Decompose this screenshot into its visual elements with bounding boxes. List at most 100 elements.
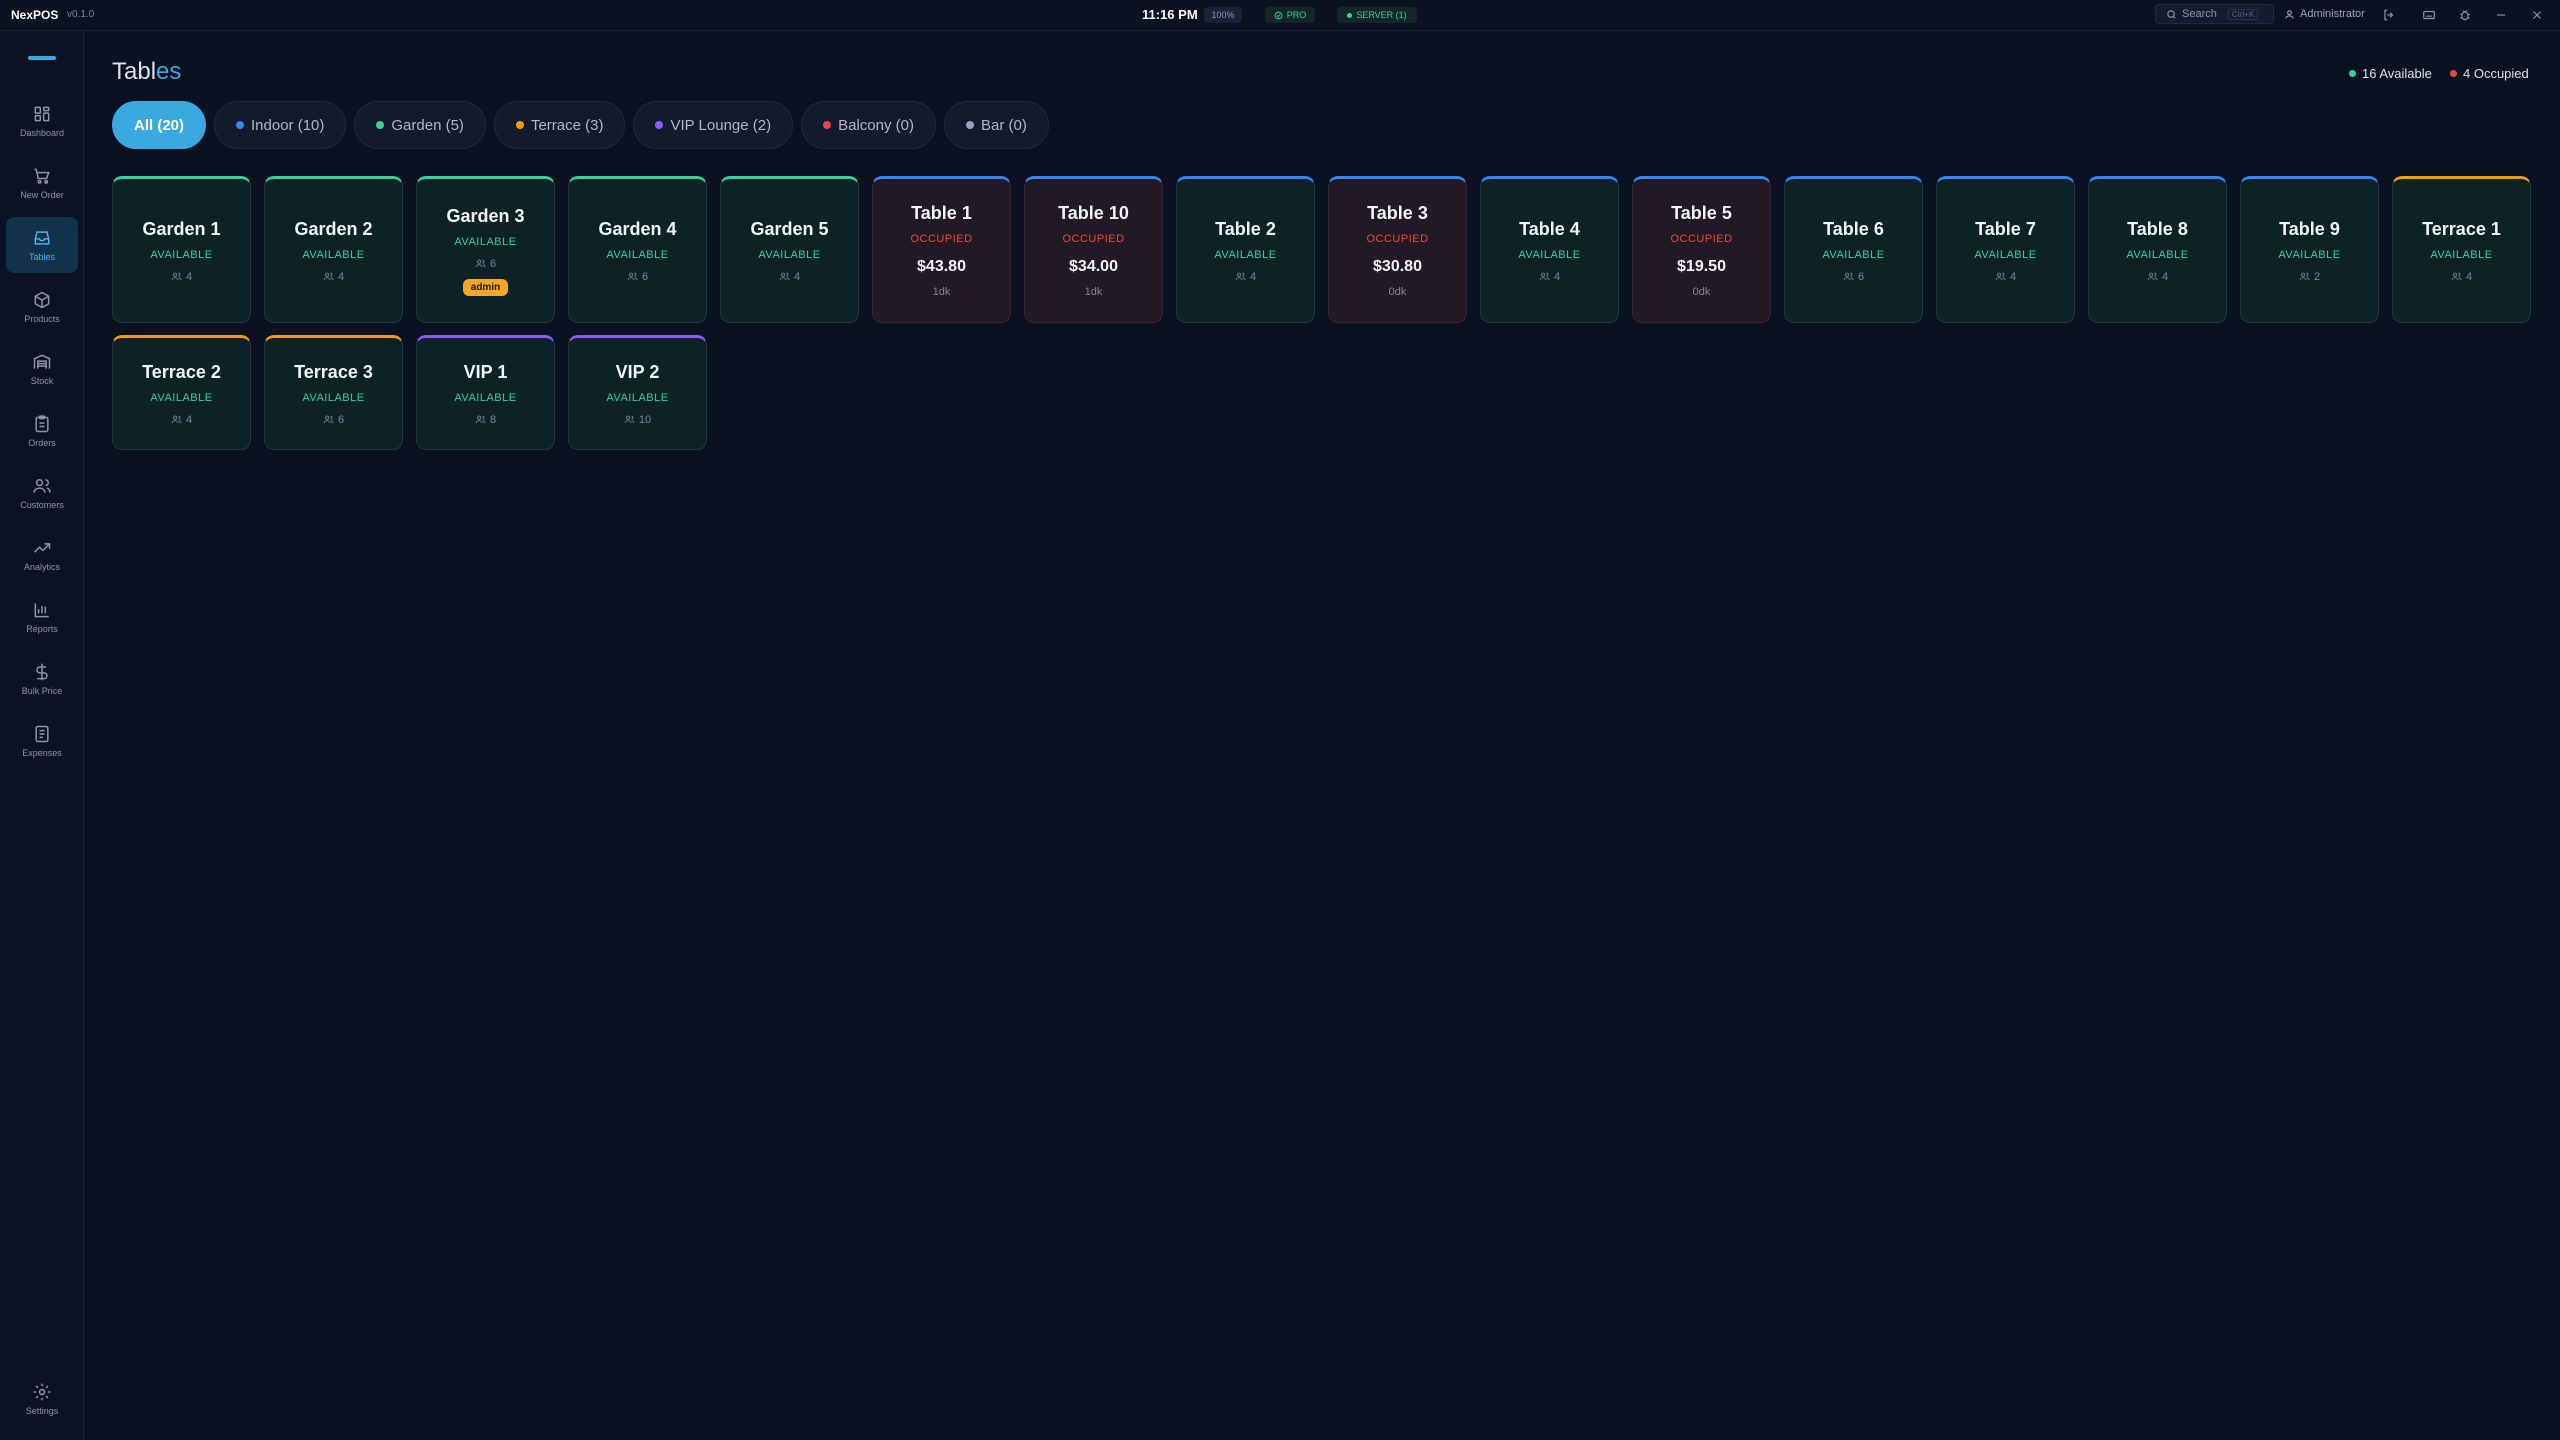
- users-icon: [1995, 271, 2006, 282]
- table-card[interactable]: Terrace 1 AVAILABLE 4: [2392, 176, 2531, 323]
- table-card[interactable]: Table 5 OCCUPIED $19.50 0dk: [1632, 176, 1771, 323]
- tab-vip-lounge[interactable]: VIP Lounge (2): [633, 101, 794, 149]
- table-seats: 4: [2451, 271, 2472, 283]
- table-card[interactable]: VIP 1 AVAILABLE 8: [416, 335, 555, 450]
- table-name: Table 3: [1367, 203, 1428, 223]
- sidebar-item-label: Expenses: [22, 748, 62, 758]
- table-seats: 4: [323, 271, 344, 283]
- tab-balcony[interactable]: Balcony (0): [801, 101, 936, 149]
- keyboard-icon[interactable]: [2422, 8, 2436, 22]
- tab-label: Bar (0): [980, 116, 1027, 134]
- table-seats: 6: [1843, 271, 1864, 283]
- table-card[interactable]: Garden 4 AVAILABLE 6: [568, 176, 707, 323]
- minimize-icon[interactable]: [2494, 8, 2508, 22]
- sidebar-item-reports[interactable]: Reports: [6, 589, 78, 645]
- box-icon: [34, 291, 50, 309]
- sidebar-item-dashboard[interactable]: Dashboard: [6, 93, 78, 149]
- table-card[interactable]: Table 4 AVAILABLE 4: [1480, 176, 1619, 323]
- table-elapsed-time: 0dk: [1692, 286, 1711, 298]
- logout-icon[interactable]: [2382, 8, 2396, 22]
- table-card[interactable]: Terrace 3 AVAILABLE 6: [264, 335, 403, 450]
- warehouse-icon: [33, 354, 51, 369]
- table-status: AVAILABLE: [454, 391, 517, 404]
- sidebar-item-stock[interactable]: Stock: [6, 341, 78, 397]
- clipboard-icon: [35, 415, 49, 433]
- sidebar-item-new-order[interactable]: New Order: [6, 155, 78, 211]
- users-icon: [1843, 271, 1854, 282]
- table-elapsed-time: 1dk: [932, 286, 951, 298]
- table-seat-count: 6: [337, 413, 345, 426]
- sidebar-item-tables[interactable]: Tables: [6, 217, 78, 273]
- sidebar-item-label: Tables: [28, 252, 55, 262]
- table-seat-count: 4: [1249, 270, 1257, 283]
- table-status: AVAILABLE: [302, 248, 365, 261]
- users-icon: [475, 258, 486, 269]
- server-status[interactable]: SERVER (1): [1337, 7, 1417, 23]
- available-summary: 16 Available: [2349, 66, 2432, 81]
- user-menu[interactable]: Administrator: [2284, 8, 2365, 20]
- table-seats: 6: [323, 414, 344, 426]
- users-icon: [2451, 271, 2462, 282]
- zone-dot: [376, 121, 385, 129]
- table-status: AVAILABLE: [2278, 248, 2341, 261]
- zone-dot: [655, 121, 664, 129]
- tables-grid: Garden 1 AVAILABLE 4 Garden 2 AVAILABLE 4 Gard…: [112, 176, 2532, 450]
- table-seat-count: 4: [1553, 270, 1561, 283]
- zone-dot: [236, 121, 245, 129]
- sidebar-item-products[interactable]: Products: [6, 279, 78, 335]
- table-name: Terrace 1: [2422, 218, 2501, 239]
- sidebar-item-expenses[interactable]: Expenses: [6, 713, 78, 769]
- table-card[interactable]: Table 1 OCCUPIED $43.80 1dk: [872, 176, 1011, 323]
- sidebar-item-label: New Order: [20, 190, 64, 200]
- table-card[interactable]: Garden 1 AVAILABLE 4: [112, 176, 251, 323]
- table-seats: 4: [779, 271, 800, 283]
- occupied-dot: [2450, 70, 2457, 77]
- tab-all[interactable]: All (20): [112, 101, 207, 149]
- users-icon: [33, 479, 51, 493]
- table-card[interactable]: Garden 5 AVAILABLE 4: [720, 176, 859, 323]
- search-button[interactable]: Search Ctrl+K: [2155, 4, 2274, 24]
- sidebar-item-orders[interactable]: Orders: [6, 403, 78, 459]
- sidebar-item-settings[interactable]: Settings: [6, 1371, 78, 1427]
- table-seat-count: 4: [185, 413, 193, 426]
- table-name: Garden 4: [598, 218, 677, 239]
- sidebar-item-label: Analytics: [23, 562, 60, 572]
- tab-terrace[interactable]: Terrace (3): [493, 101, 626, 149]
- grid-icon: [34, 106, 50, 122]
- table-card[interactable]: Garden 2 AVAILABLE 4: [264, 176, 403, 323]
- gear-icon: [33, 1383, 51, 1401]
- tray-icon: [34, 231, 50, 245]
- table-name: Garden 1: [142, 218, 221, 239]
- users-icon: [2299, 271, 2310, 282]
- tab-garden[interactable]: Garden (5): [354, 101, 486, 149]
- table-seat-count: 4: [2161, 270, 2169, 283]
- table-card[interactable]: Table 3 OCCUPIED $30.80 0dk: [1328, 176, 1467, 323]
- table-status: AVAILABLE: [758, 248, 821, 261]
- bug-icon[interactable]: [2458, 8, 2472, 22]
- available-dot: [2349, 70, 2356, 77]
- sidebar-item-label: Dashboard: [19, 128, 65, 138]
- table-card[interactable]: Garden 3 AVAILABLE 6 admin: [416, 176, 555, 323]
- sidebar-handle[interactable]: [28, 56, 56, 60]
- sidebar-item-bulk-price[interactable]: Bulk Price: [6, 651, 78, 707]
- tab-indoor[interactable]: Indoor (10): [214, 101, 347, 149]
- table-card[interactable]: Table 6 AVAILABLE 6: [1784, 176, 1923, 323]
- table-card[interactable]: Table 10 OCCUPIED $34.00 1dk: [1024, 176, 1163, 323]
- sidebar-item-analytics[interactable]: Analytics: [6, 527, 78, 583]
- table-card[interactable]: Table 2 AVAILABLE 4: [1176, 176, 1315, 323]
- table-card[interactable]: Table 9 AVAILABLE 2: [2240, 176, 2379, 323]
- tab-bar[interactable]: Bar (0): [943, 101, 1049, 149]
- app-version: v0.1.0: [67, 9, 95, 20]
- search-placeholder: Search: [2182, 8, 2217, 20]
- sidebar-item-customers[interactable]: Customers: [6, 465, 78, 521]
- table-card[interactable]: Terrace 2 AVAILABLE 4: [112, 335, 251, 450]
- table-seat-count: 4: [337, 270, 345, 283]
- close-icon[interactable]: [2530, 8, 2544, 22]
- tab-label: Garden (5): [391, 116, 464, 134]
- table-card[interactable]: Table 8 AVAILABLE 4: [2088, 176, 2227, 323]
- sidebar-item-label: Bulk Price: [21, 686, 63, 696]
- table-card[interactable]: Table 7 AVAILABLE 4: [1936, 176, 2075, 323]
- table-card[interactable]: VIP 2 AVAILABLE 10: [568, 335, 707, 450]
- tab-label: Balcony (0): [838, 116, 914, 134]
- zoom-level[interactable]: 100%: [1204, 7, 1242, 23]
